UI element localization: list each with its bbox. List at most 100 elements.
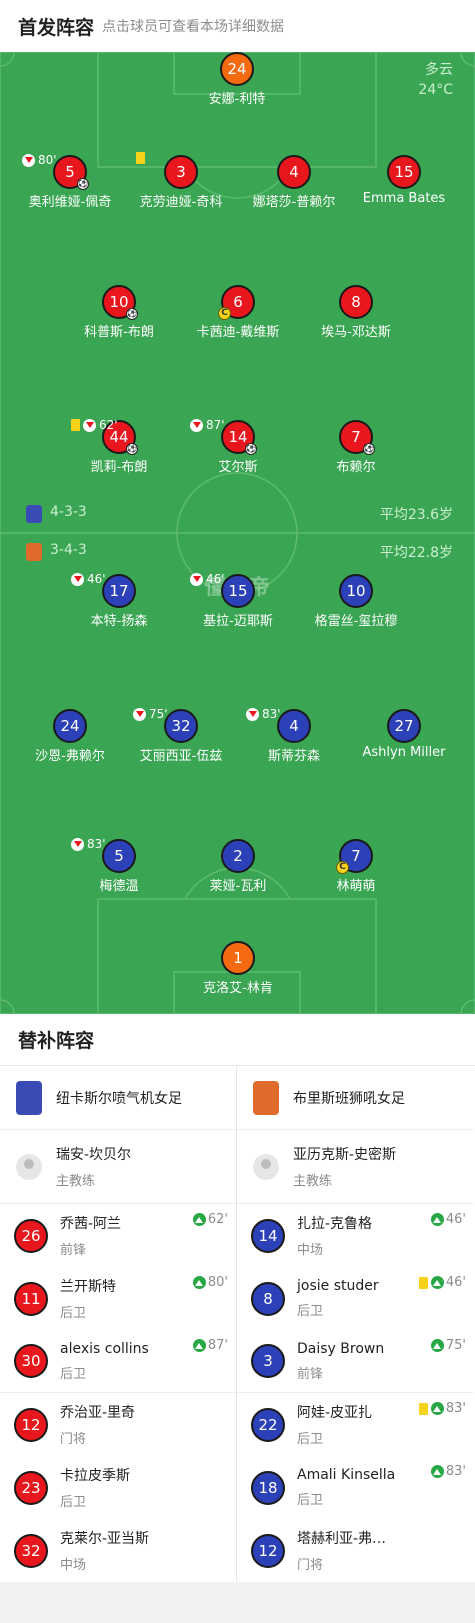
player-number: 23 xyxy=(14,1470,48,1505)
sub-player-row[interactable]: 26 乔茜-阿兰 前锋 62' xyxy=(0,1204,236,1267)
sub-out-icon xyxy=(190,418,203,432)
sub-out-badge: 46' xyxy=(190,572,225,586)
sub-in-icon xyxy=(430,1276,444,1289)
player-number: 24 xyxy=(60,717,80,735)
player-name: Amali Kinsella xyxy=(297,1467,396,1483)
lineup-header: 首发阵容 点击球员可查看本场详细数据 xyxy=(0,0,475,52)
sub-out-badge: 83' xyxy=(71,837,106,851)
sub-in-badge: 46' xyxy=(418,1275,466,1290)
player-name: 埃马-邓达斯 xyxy=(321,325,391,340)
player-name: alexis collins xyxy=(60,1340,149,1357)
sub-in-minute: 46' xyxy=(445,1275,466,1290)
sub-out-badge: 46' xyxy=(71,572,106,586)
sub-in-minute: 80' xyxy=(207,1275,228,1290)
sub-out-minute: 46' xyxy=(87,572,106,586)
coach-avatar-icon xyxy=(16,1153,42,1180)
player-number: 1 xyxy=(221,941,255,975)
sub-out-icon xyxy=(246,707,259,721)
player-number: 18 xyxy=(251,1470,285,1505)
player-number: 10 xyxy=(346,582,366,600)
coach-role: 主教练 xyxy=(56,1174,96,1189)
yellow-card-icon xyxy=(418,1402,428,1415)
player-number: 7 xyxy=(351,847,361,865)
home-fwd-3[interactable]: 7 ⚽ 布赖尔 xyxy=(286,420,426,475)
sub-out-icon xyxy=(133,707,146,721)
sub-out-minute: 87' xyxy=(206,418,225,432)
ball-icon: ⚽ xyxy=(126,443,138,455)
home-coach-row[interactable]: 瑞安-坎贝尔 主教练 xyxy=(0,1130,236,1204)
away-subs-column: 布里斯班狮吼女足 亚历克斯-史密斯 主教练 14 扎拉-克鲁格 中场 46' 8 … xyxy=(237,1066,474,1582)
player-number: 5 xyxy=(65,163,75,181)
sub-out-minute: 80' xyxy=(38,153,57,167)
player-name: 乔治亚-里奇 xyxy=(60,1405,136,1421)
sub-player-row[interactable]: 3 Daisy Brown 前锋 75' xyxy=(237,1330,474,1393)
sub-player-row[interactable]: 22 阿娃-皮亚扎 后卫 83' xyxy=(237,1393,474,1456)
sub-in-icon xyxy=(192,1339,206,1352)
player-number: 2 xyxy=(233,847,243,865)
player-number: 7 xyxy=(351,428,361,446)
player-number: 5 xyxy=(114,847,124,865)
sub-out-icon xyxy=(71,837,84,851)
player-name: 乔茜-阿兰 xyxy=(60,1216,122,1232)
player-name: 阿娃-皮亚扎 xyxy=(297,1405,373,1421)
away-goalkeeper[interactable]: 1 克洛艾-林肯 xyxy=(168,941,308,996)
player-position: 后卫 xyxy=(60,1366,87,1382)
sub-player-row[interactable]: 12 塔赫利亚-弗… 门将 xyxy=(237,1519,474,1582)
player-number: 4 xyxy=(289,163,299,181)
yellow-card-icon xyxy=(136,152,145,164)
captain-icon: C xyxy=(336,861,349,874)
player-name: Ashlyn Miller xyxy=(362,745,446,760)
sub-player-row[interactable]: 11 兰开斯特 后卫 80' xyxy=(0,1267,236,1330)
away-def-3[interactable]: 7C 林萌萌 xyxy=(286,839,426,894)
sub-player-row[interactable]: 23 卡拉皮季斯 后卫 xyxy=(0,1456,236,1519)
player-name: 克莱尔-亚当斯 xyxy=(60,1531,150,1547)
sub-player-row[interactable]: 8 josie studer 后卫 46' xyxy=(237,1267,474,1330)
home-def-4[interactable]: 15 Emma Bates xyxy=(334,155,474,206)
captain-icon: C xyxy=(218,307,231,320)
ball-icon: ⚽ xyxy=(77,178,89,190)
home-team-row[interactable]: 纽卡斯尔喷气机女足 xyxy=(0,1066,236,1130)
sub-in-minute: 83' xyxy=(445,1464,466,1479)
sub-out-minute: 83' xyxy=(262,707,281,721)
player-name: 塔赫利亚-弗… xyxy=(297,1531,387,1547)
away-team-name: 布里斯班狮吼女足 xyxy=(293,1090,405,1107)
yellow-card-icon xyxy=(71,419,80,431)
sub-in-icon xyxy=(430,1402,444,1415)
sub-out-icon xyxy=(22,153,35,167)
away-team-row[interactable]: 布里斯班狮吼女足 xyxy=(237,1066,474,1130)
player-number: 12 xyxy=(251,1533,285,1568)
coach-name: 亚历克斯-史密斯 xyxy=(293,1147,397,1163)
player-position: 后卫 xyxy=(297,1304,324,1319)
sub-player-row[interactable]: 12 乔治亚-里奇 门将 xyxy=(0,1393,236,1456)
player-position: 前锋 xyxy=(60,1243,87,1258)
home-mid-3[interactable]: 8 埃马-邓达斯 xyxy=(286,285,426,340)
away-avg-age: 平均22.8岁 xyxy=(379,545,453,561)
player-name: 林萌萌 xyxy=(336,879,376,894)
sub-player-row[interactable]: 32 克莱尔-亚当斯 中场 xyxy=(0,1519,236,1582)
away-fwd-3[interactable]: 10 格雷丝-玺拉穆 xyxy=(286,574,426,629)
away-team-logo-icon xyxy=(26,543,42,561)
player-name: 卡拉皮季斯 xyxy=(60,1468,130,1484)
sub-player-row[interactable]: 30 alexis collins 后卫 87' xyxy=(0,1330,236,1393)
sub-out-badge: 83' xyxy=(246,707,281,721)
player-number: 10 xyxy=(109,293,129,311)
away-mid-4[interactable]: 27 Ashlyn Miller xyxy=(334,709,474,760)
sub-player-row[interactable]: 18 Amali Kinsella 后卫 83' xyxy=(237,1456,474,1519)
player-number: 32 xyxy=(171,717,191,735)
home-team-logo-icon xyxy=(16,1080,42,1115)
sub-in-icon xyxy=(430,1339,444,1352)
player-number: 11 xyxy=(14,1281,48,1316)
sub-player-row[interactable]: 14 扎拉-克鲁格 中场 46' xyxy=(237,1204,474,1267)
home-goalkeeper[interactable]: 24 安娜-利特 xyxy=(167,52,307,107)
home-formation: 4-3-3 xyxy=(50,504,87,520)
player-position: 中场 xyxy=(297,1243,324,1258)
player-number: 8 xyxy=(351,293,361,311)
coach-avatar-icon xyxy=(253,1153,279,1180)
sub-out-icon xyxy=(190,572,203,586)
away-coach-row[interactable]: 亚历克斯-史密斯 主教练 xyxy=(237,1130,474,1204)
sub-in-minute: 87' xyxy=(207,1338,228,1353)
sub-out-icon xyxy=(83,418,96,432)
player-number: 8 xyxy=(251,1281,285,1316)
pitch: 多云 24°C 24 安娜-利特 5 ⚽ 80' 奥利维娅-佩奇 3 克劳迪娅-奇… xyxy=(0,52,475,1014)
player-name: 格雷丝-玺拉穆 xyxy=(314,614,398,629)
